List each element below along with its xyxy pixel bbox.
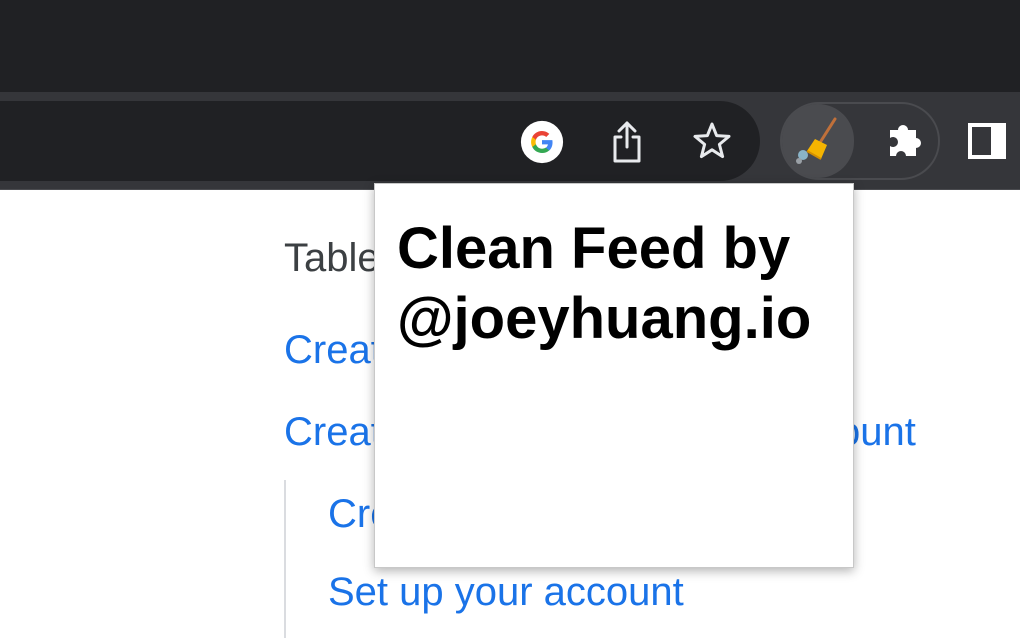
toc-link[interactable]: Creat <box>284 410 382 455</box>
extension-popup: Clean Feed by @joeyhuang.io <box>374 183 854 568</box>
toc-sublink[interactable]: Set up your account <box>328 570 684 615</box>
toc-nesting-rule <box>284 480 286 638</box>
side-panel-icon[interactable] <box>964 118 1010 164</box>
popup-title-line: @joeyhuang.io <box>397 286 812 351</box>
tab-strip <box>0 0 1020 92</box>
broom-icon[interactable] <box>790 112 848 170</box>
share-icon[interactable] <box>604 116 650 168</box>
toc-heading: Table <box>284 236 380 280</box>
toc-link[interactable]: Creat <box>284 328 382 373</box>
google-icon[interactable] <box>518 118 566 166</box>
star-icon[interactable] <box>688 116 736 166</box>
popup-title: Clean Feed by @joeyhuang.io <box>397 214 847 354</box>
popup-title-line: Clean Feed by <box>397 216 791 281</box>
puzzle-icon[interactable] <box>878 114 930 166</box>
